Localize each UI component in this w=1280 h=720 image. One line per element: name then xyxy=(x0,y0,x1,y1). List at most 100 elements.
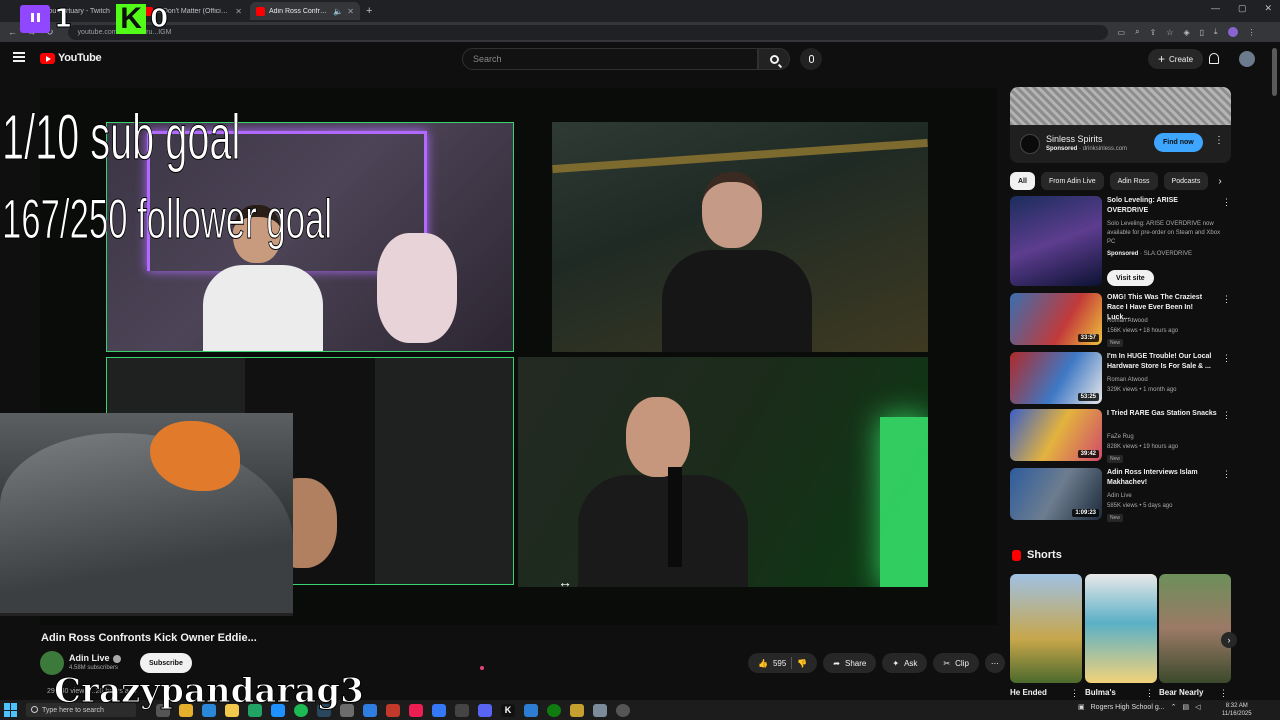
ask-button[interactable]: ✦ Ask xyxy=(882,653,928,673)
app-icon[interactable] xyxy=(524,703,538,717)
search-button[interactable] xyxy=(758,48,790,70)
bookmark-star-icon[interactable]: ☆ xyxy=(1166,28,1173,37)
recommended-video[interactable]: 1:09:23 Adin Ross Interviews Islam Makha… xyxy=(1010,468,1231,522)
minimize-icon[interactable]: — xyxy=(1211,3,1220,14)
video-thumbnail: 1:09:23 xyxy=(1010,468,1102,520)
kebab-menu-icon[interactable]: ⋮ xyxy=(1222,469,1231,480)
subscribe-button[interactable]: Subscribe xyxy=(140,653,192,673)
hamburger-menu-icon[interactable] xyxy=(13,52,25,62)
ad-title: Sinless Spirits xyxy=(1046,134,1103,144)
channel-name[interactable]: Adin Live xyxy=(69,653,121,663)
create-label: Create xyxy=(1169,54,1194,64)
kick-icon[interactable]: K xyxy=(501,703,515,717)
follower-goal-text: 167/250 follower goal xyxy=(2,187,333,251)
search-input[interactable]: Search xyxy=(462,48,758,70)
video-thumbnail xyxy=(1010,196,1102,286)
windows-start-icon[interactable] xyxy=(4,703,18,717)
kebab-menu-icon[interactable]: ⋮ xyxy=(1070,688,1079,699)
account-avatar[interactable] xyxy=(1239,51,1255,67)
sponsored-recommendation[interactable]: Solo Leveling: ARISE OVERDRIVE Solo Leve… xyxy=(1010,196,1231,292)
app-icon[interactable] xyxy=(593,703,607,717)
menu-icon[interactable]: ⋮ xyxy=(1248,28,1256,37)
tab-active-video[interactable]: Adin Ross Confronts Kick O 🔈 ✕ xyxy=(250,2,360,20)
extensions-icon[interactable]: ◈ xyxy=(1183,28,1189,37)
downloads-icon[interactable]: ⤓ xyxy=(1214,27,1218,37)
chevron-up-icon[interactable]: ⌃ xyxy=(1171,703,1177,711)
chip-all[interactable]: All xyxy=(1010,172,1035,190)
short-thumbnail[interactable] xyxy=(1085,574,1157,683)
chevron-right-icon[interactable]: › xyxy=(1218,176,1221,187)
short-thumbnail[interactable] xyxy=(1010,574,1082,683)
app-icon[interactable] xyxy=(432,703,446,717)
short-thumbnail[interactable] xyxy=(1159,574,1231,683)
chip-from-channel[interactable]: From Adin Live xyxy=(1040,172,1104,190)
voice-search-button[interactable] xyxy=(800,48,822,70)
speaker-icon[interactable]: 🔈 xyxy=(333,7,343,16)
network-icon[interactable]: ▤ xyxy=(1182,703,1189,711)
zoom-icon[interactable]: ⌕ xyxy=(1135,27,1139,37)
maximize-icon[interactable]: ▢ xyxy=(1238,3,1247,14)
back-icon[interactable]: ← xyxy=(8,27,17,38)
cast-icon[interactable]: ▭ xyxy=(1118,28,1126,37)
resize-cursor-icon: ↔ xyxy=(558,574,572,590)
recommended-video[interactable]: 33:57 OMG! This Was The Craziest Race I … xyxy=(1010,293,1231,347)
chevron-right-icon[interactable]: › xyxy=(1221,632,1237,648)
find-now-button[interactable]: Find now xyxy=(1154,133,1203,152)
close-window-icon[interactable]: ✕ xyxy=(1264,3,1272,14)
new-tab-icon[interactable]: + xyxy=(366,5,372,17)
logo-text: YouTube xyxy=(58,52,102,64)
create-button[interactable]: + Create xyxy=(1148,49,1204,69)
kebab-menu-icon[interactable]: ⋮ xyxy=(1222,197,1231,208)
kebab-menu-icon[interactable]: ⋮ xyxy=(1222,294,1231,305)
youtube-favicon-icon xyxy=(256,6,265,16)
notification-icon[interactable]: ▣ xyxy=(1078,703,1085,711)
tiktok-icon[interactable] xyxy=(409,703,423,717)
recommended-video[interactable]: 39:42 I Tried RARE Gas Station Snacks Fa… xyxy=(1010,409,1231,463)
kebab-menu-icon[interactable]: ⋮ xyxy=(1145,688,1154,699)
notifications-bell-icon[interactable] xyxy=(1209,53,1219,64)
rec-stats: 828K views • 19 hours ago xyxy=(1107,444,1179,450)
system-clock[interactable]: 8:32 AM 11/16/2025 xyxy=(1222,702,1252,718)
share-icon[interactable]: ⇪ xyxy=(1150,28,1157,37)
close-icon[interactable]: ✕ xyxy=(235,7,242,16)
recommended-video[interactable]: 53:25 I'm In HUGE Trouble! Our Local Har… xyxy=(1010,352,1231,406)
xbox-icon[interactable] xyxy=(547,703,561,717)
kick-logo-icon: K xyxy=(116,4,147,34)
shorts-logo-icon xyxy=(1012,549,1021,561)
dislike-icon[interactable]: 👎 xyxy=(797,659,807,668)
like-icon[interactable]: 👍 xyxy=(758,659,768,668)
microphone-icon xyxy=(808,55,814,63)
url-input[interactable]: youtube.com/wa... ...Tru...IGM xyxy=(67,24,1108,40)
ad-domain: drinksinless.com xyxy=(1082,146,1128,152)
more-actions-button[interactable]: ⋯ xyxy=(984,653,1005,673)
profile-icon[interactable] xyxy=(1227,27,1238,37)
visit-site-button[interactable]: Visit site xyxy=(1107,270,1154,286)
discord-icon[interactable] xyxy=(478,703,492,717)
like-count[interactable]: 595 xyxy=(773,659,786,668)
new-badge: New xyxy=(1107,514,1124,522)
close-icon[interactable]: ✕ xyxy=(347,7,354,16)
page-scrollbar[interactable] xyxy=(1272,48,1277,96)
kebab-menu-icon[interactable]: ⋮ xyxy=(1222,353,1231,364)
sponsored-label: Sponsored xyxy=(1107,251,1139,257)
chip-adin-ross[interactable]: Adin Ross xyxy=(1109,172,1158,190)
sidebar-icon[interactable]: ▯ xyxy=(1200,28,1204,37)
weather-text[interactable]: Rogers High School g... xyxy=(1091,704,1165,711)
kebab-menu-icon[interactable]: ⋮ xyxy=(1222,410,1231,421)
volume-icon[interactable]: ◁ xyxy=(1195,703,1200,711)
app-icon[interactable] xyxy=(455,703,469,717)
rec-title: Solo Leveling: ARISE OVERDRIVE xyxy=(1107,197,1178,214)
app-icon[interactable] xyxy=(570,703,584,717)
microphone-stand xyxy=(668,467,682,567)
scissors-icon: ✂ xyxy=(943,658,951,668)
kebab-menu-icon[interactable]: ⋮ xyxy=(1214,135,1224,146)
chip-podcasts[interactable]: Podcasts xyxy=(1163,172,1209,190)
clip-button[interactable]: ✂ Clip xyxy=(933,653,979,673)
kebab-menu-icon[interactable]: ⋮ xyxy=(1219,688,1228,699)
sponsored-ad-card[interactable]: Sinless Spirits Sponsored · drinksinless… xyxy=(1010,87,1231,163)
youtube-logo[interactable]: YouTube xyxy=(40,52,102,64)
share-button[interactable]: ➦ Share xyxy=(823,653,877,673)
settings-gear-icon[interactable] xyxy=(616,703,630,717)
app-icon[interactable] xyxy=(386,703,400,717)
vpn-icon[interactable] xyxy=(363,703,377,717)
